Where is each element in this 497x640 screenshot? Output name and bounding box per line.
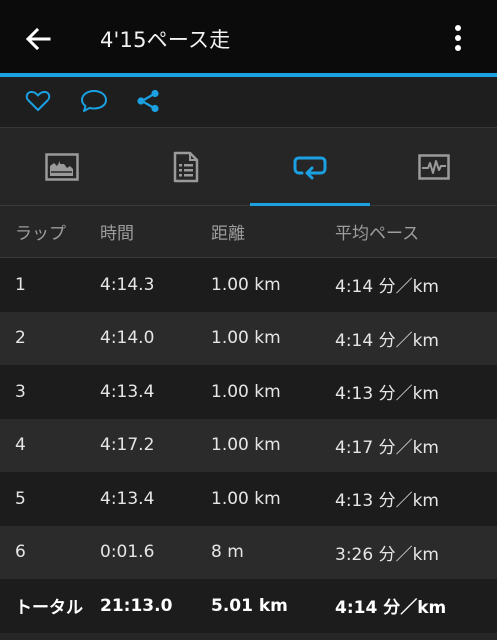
- loop-icon: [293, 156, 327, 180]
- lap-time: 4:13.4: [100, 381, 155, 402]
- lap-number: 4: [15, 435, 26, 456]
- table-total-row: トータル 21:13.0 5.01 km 4:14 分／km: [0, 579, 497, 633]
- lap-number: 3: [15, 381, 26, 402]
- total-pace: 4:14 分／km: [335, 598, 447, 619]
- like-button[interactable]: [23, 87, 53, 115]
- header-avg-pace: 平均ペース: [335, 224, 420, 244]
- lap-distance: 1.00 km: [211, 328, 281, 349]
- table-row[interactable]: 6 0:01.6 8 m 3:26 分／km: [0, 525, 497, 579]
- lap-number: 2: [15, 328, 26, 349]
- table-row[interactable]: 1 4:14.3 1.00 km 4:14 分／km: [0, 258, 497, 312]
- lap-pace: 4:14 分／km: [335, 277, 439, 298]
- total-distance: 5.01 km: [211, 595, 288, 616]
- app-bar: 4'15ペース走: [0, 0, 497, 76]
- comment-button[interactable]: [79, 87, 109, 115]
- share-icon: [137, 89, 159, 113]
- lap-distance: 1.00 km: [211, 435, 281, 456]
- tab-graphs[interactable]: [372, 128, 496, 206]
- table-row[interactable]: 5 4:13.4 1.00 km 4:13 分／km: [0, 472, 497, 526]
- laps-table: ラップ 時間 距離 平均ペース 1 4:14.3 1.00 km 4:14 分／…: [0, 206, 497, 633]
- tab-overview[interactable]: [0, 128, 124, 206]
- lap-distance: 8 m: [211, 542, 244, 563]
- document-list-icon: [173, 151, 199, 183]
- table-row[interactable]: 4 4:17.2 1.00 km 4:17 分／km: [0, 418, 497, 472]
- lap-number: 1: [15, 274, 26, 295]
- heart-icon: [25, 90, 51, 111]
- lap-pace: 4:14 分／km: [335, 330, 439, 351]
- arrow-left-icon: [25, 27, 51, 51]
- lap-number: 5: [15, 488, 26, 509]
- table-header: ラップ 時間 距離 平均ペース: [0, 206, 497, 258]
- lap-time: 0:01.6: [100, 542, 155, 563]
- tab-details[interactable]: [124, 128, 248, 206]
- lap-time: 4:14.0: [100, 328, 155, 349]
- lap-distance: 1.00 km: [211, 274, 281, 295]
- header-distance: 距離: [211, 224, 245, 244]
- total-label: トータル: [15, 598, 83, 619]
- table-row[interactable]: 2 4:14.0 1.00 km 4:14 分／km: [0, 311, 497, 365]
- lap-time: 4:17.2: [100, 435, 155, 456]
- more-options-button[interactable]: [447, 22, 469, 54]
- lap-pace: 3:26 分／km: [335, 544, 439, 565]
- table-row[interactable]: 3 4:13.4 1.00 km 4:13 分／km: [0, 365, 497, 419]
- action-bar: [0, 77, 497, 128]
- page-title: 4'15ペース走: [100, 28, 231, 52]
- more-vert-icon: [455, 25, 461, 51]
- chart-card-icon: [45, 153, 79, 181]
- lap-pace: 4:13 分／km: [335, 491, 439, 512]
- lap-number: 6: [15, 542, 26, 563]
- tab-laps[interactable]: [248, 128, 372, 206]
- header-time: 時間: [100, 224, 134, 244]
- lap-distance: 1.00 km: [211, 381, 281, 402]
- share-button[interactable]: [133, 87, 163, 115]
- lap-pace: 4:17 分／km: [335, 437, 439, 458]
- back-button[interactable]: [22, 24, 54, 54]
- tab-bar: [0, 128, 497, 206]
- lap-distance: 1.00 km: [211, 488, 281, 509]
- lap-pace: 4:13 分／km: [335, 384, 439, 405]
- comment-icon: [81, 90, 107, 112]
- lap-time: 4:13.4: [100, 488, 155, 509]
- lap-time: 4:14.3: [100, 274, 155, 295]
- activity-graph-icon: [418, 154, 450, 180]
- total-time: 21:13.0: [100, 595, 173, 616]
- header-lap: ラップ: [15, 224, 66, 244]
